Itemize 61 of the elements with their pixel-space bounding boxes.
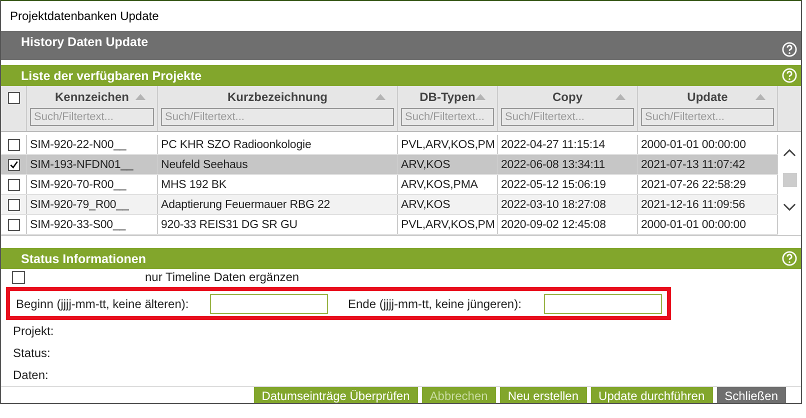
table-cell: 2022-03-10 18:27:08 [501, 198, 606, 210]
filter-field[interactable]: Such/Filtertext... [161, 108, 394, 126]
table-cell: Neufeld Seehaus [161, 158, 248, 170]
filter-field[interactable]: Such/Filtertext... [501, 108, 634, 126]
section-title: History Daten Update [21, 35, 148, 49]
table-cell: SIM-920-22-N00__ [30, 138, 126, 150]
checkbox[interactable] [8, 138, 20, 150]
table-cell: 2022-05-12 15:06:19 [501, 178, 606, 190]
checkbox[interactable] [8, 178, 20, 190]
info-label: Status: [13, 346, 50, 360]
table-cell: ARV,KOS [401, 198, 450, 210]
column-header[interactable]: Update [687, 90, 728, 104]
table-cell: MHS 192 BK [161, 178, 226, 190]
table-cell: SIM-193-NFDN01__ [30, 158, 134, 170]
filter-field[interactable]: Such/Filtertext... [401, 108, 494, 126]
checkbox[interactable] [8, 198, 20, 210]
section-title: Liste der verfügbaren Projekte [21, 68, 202, 82]
field-label: Beginn (jjjj-mm-tt, keine älteren): [16, 296, 190, 310]
date-field[interactable] [210, 294, 328, 314]
table-cell: 2000-01-01 00:00:00 [641, 138, 746, 150]
help-icon[interactable] [782, 68, 797, 83]
field-label: Ende (jjjj-mm-tt, keine jüngeren): [348, 296, 522, 310]
table-cell: 2021-07-26 22:58:29 [641, 178, 746, 190]
checkbox[interactable] [8, 92, 20, 104]
scrollbar-thumb[interactable] [782, 173, 796, 187]
table-cell: ARV,KOS [401, 158, 450, 170]
table-cell: SIM-920-33-S00__ [30, 218, 126, 230]
scroll-up-icon[interactable] [783, 149, 796, 157]
column-header[interactable]: DB-Typen [420, 90, 476, 104]
table-cell: 920-33 REIS31 DG SR GU [161, 218, 298, 230]
info-label: Projekt: [13, 324, 54, 338]
section-title: Status Informationen [21, 252, 146, 266]
window-title: Projektdatenbanken Update [10, 9, 159, 23]
action-button[interactable]: Schließen [716, 387, 786, 403]
filter-field[interactable]: Such/Filtertext... [30, 108, 154, 126]
table-cell: 2000-01-01 00:00:00 [641, 218, 746, 230]
column-header[interactable]: Copy [552, 90, 582, 104]
scroll-down-icon[interactable] [783, 203, 796, 211]
table-cell: ARV,KOS,PMA [401, 178, 478, 190]
table-cell: PVL,ARV,KOS,PM [401, 138, 495, 150]
table-cell: 2021-12-16 11:09:56 [641, 198, 746, 210]
filter-field[interactable]: Such/Filtertext... [641, 108, 774, 126]
table-cell: 2022-04-27 11:15:14 [501, 138, 606, 150]
checkbox[interactable] [8, 158, 20, 170]
table-cell: PC KHR SZO Radioonkologie [161, 138, 312, 150]
table-cell: SIM-920-79_R00__ [30, 198, 129, 210]
table-cell: SIM-920-70-R00__ [30, 178, 126, 190]
table-cell: Adaptierung Feuermauer RBG 22 [161, 198, 330, 210]
column-header[interactable]: Kennzeichen [54, 90, 129, 104]
table-cell: 2020-09-02 12:45:08 [501, 218, 606, 230]
help-icon[interactable] [782, 42, 797, 57]
checkbox[interactable] [8, 218, 20, 230]
table-cell: PVL,ARV,KOS,PM [401, 218, 495, 230]
date-field[interactable] [544, 294, 662, 314]
column-header[interactable]: Kurzbezeichnung [227, 90, 328, 104]
help-icon[interactable] [782, 251, 797, 266]
table-cell: 2021-07-13 11:07:42 [641, 158, 746, 170]
checkbox[interactable] [12, 270, 25, 284]
info-label: Daten: [13, 368, 48, 382]
checkbox-label: nur Timeline Daten ergänzen [145, 270, 300, 284]
table-cell: 2022-06-08 13:34:11 [501, 158, 606, 170]
